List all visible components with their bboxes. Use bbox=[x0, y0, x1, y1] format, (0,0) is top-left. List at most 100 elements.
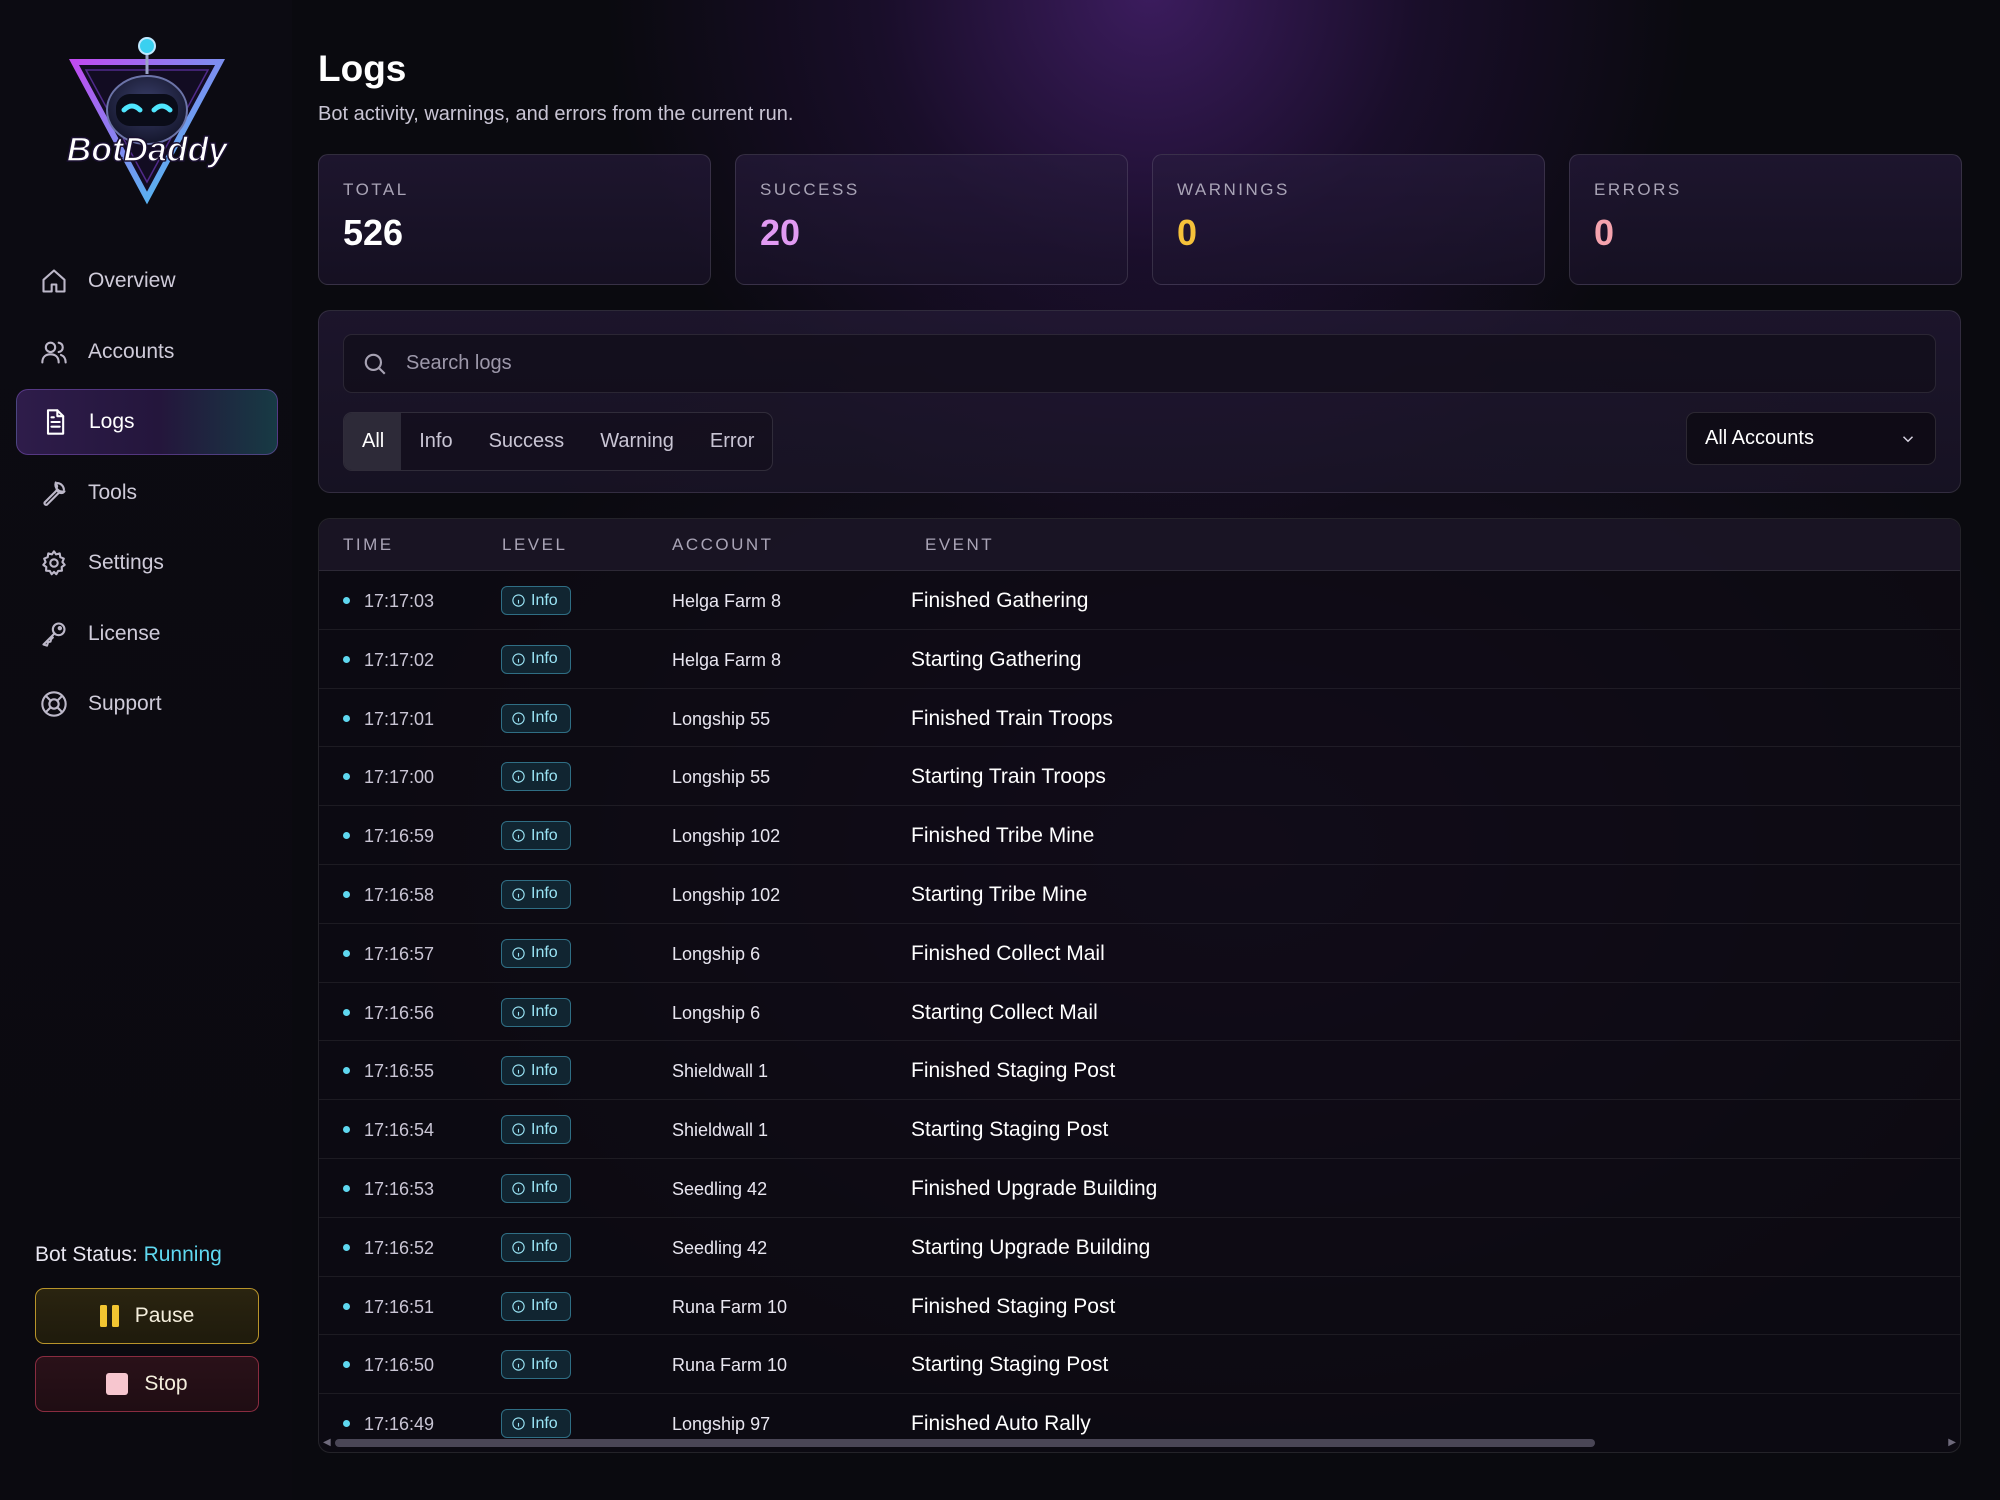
sidebar-item-overview[interactable]: Overview bbox=[16, 248, 278, 314]
gear-icon bbox=[42, 550, 66, 576]
log-account: Longship 55 bbox=[672, 767, 771, 788]
sidebar-item-accounts[interactable]: Accounts bbox=[16, 319, 278, 385]
info-icon bbox=[512, 711, 525, 725]
log-time: 17:17:01 bbox=[364, 708, 435, 729]
logs-table: TIME LEVEL ACCOUNT EVENT 17:17:03 Info Hel… bbox=[318, 518, 1961, 1453]
log-event: Starting Staging Post bbox=[911, 1353, 1109, 1377]
table-row[interactable]: 17:16:52 Info Seedling 42 Starting Upgrade … bbox=[319, 1218, 1960, 1277]
logo-text: BotDaddy bbox=[67, 131, 230, 169]
level-badge-label: Info bbox=[531, 709, 558, 727]
stat-label: WARNINGS bbox=[1177, 180, 1290, 199]
log-event: Starting Train Troops bbox=[911, 765, 1106, 789]
info-icon bbox=[512, 1358, 525, 1372]
table-header: TIME LEVEL ACCOUNT EVENT bbox=[319, 519, 1960, 571]
log-time: 17:16:49 bbox=[364, 1414, 435, 1435]
info-icon bbox=[512, 1123, 525, 1136]
level-badge: Info bbox=[501, 821, 571, 851]
column-header-level: LEVEL bbox=[502, 535, 568, 554]
stat-label: SUCCESS bbox=[760, 180, 860, 199]
log-time: 17:16:57 bbox=[364, 943, 435, 964]
status-dot bbox=[343, 597, 350, 604]
status-dot bbox=[343, 1184, 350, 1192]
search-box[interactable] bbox=[343, 334, 1936, 393]
page-title: Logs bbox=[318, 48, 407, 89]
sidebar-item-label: Tools bbox=[88, 480, 138, 504]
table-row[interactable]: 17:16:54 Info Shieldwall 1 Starting Staging… bbox=[319, 1100, 1960, 1159]
info-icon bbox=[512, 1417, 525, 1430]
level-badge: Info bbox=[501, 762, 571, 792]
sidebar-item-tools[interactable]: Tools bbox=[16, 460, 278, 526]
info-icon bbox=[512, 770, 525, 784]
log-account: Longship 102 bbox=[672, 826, 781, 847]
table-row[interactable]: 17:17:01 Info Longship 55 Finished Train Tr… bbox=[319, 689, 1960, 748]
stop-button[interactable]: Stop bbox=[35, 1356, 259, 1412]
log-event: Finished Train Troops bbox=[911, 706, 1113, 730]
table-row[interactable]: 17:16:59 Info Longship 102 Finished Tribe M… bbox=[319, 806, 1960, 865]
level-badge: Info bbox=[501, 1409, 571, 1439]
sidebar-item-license[interactable]: License bbox=[16, 601, 278, 667]
log-account: Helga Farm 8 bbox=[672, 649, 782, 670]
log-event: Finished Collect Mail bbox=[911, 941, 1105, 965]
search-input[interactable] bbox=[406, 352, 1806, 375]
stat-value: 526 bbox=[343, 212, 404, 253]
level-badge-label: Info bbox=[531, 1414, 558, 1432]
table-row[interactable]: 17:16:55 Info Shieldwall 1 Finished Staging… bbox=[319, 1041, 1960, 1101]
level-filter-error[interactable]: Error bbox=[692, 413, 772, 470]
status-dot bbox=[343, 1008, 350, 1016]
home-icon bbox=[42, 269, 66, 293]
status-dot bbox=[343, 714, 350, 722]
level-badge-label: Info bbox=[531, 1061, 558, 1079]
table-row[interactable]: 17:16:50 Info Runa Farm 10 Starting Staging… bbox=[319, 1335, 1960, 1395]
level-badge-label: Info bbox=[531, 826, 558, 844]
log-event: Finished Gathering bbox=[911, 589, 1089, 612]
sidebar-item-label: Accounts bbox=[88, 339, 175, 363]
sidebar-item-settings[interactable]: Settings bbox=[16, 530, 278, 596]
scroll-left-arrow-icon[interactable]: ◀ bbox=[323, 1437, 331, 1448]
table-row[interactable]: 17:16:53 Info Seedling 42 Finished Upgrade … bbox=[319, 1159, 1960, 1218]
scroll-right-arrow-icon[interactable]: ▶ bbox=[1948, 1437, 1956, 1448]
log-account: Helga Farm 8 bbox=[672, 591, 782, 611]
status-dot bbox=[343, 1067, 350, 1075]
table-row[interactable]: 17:16:57 Info Longship 6 Finished Collect M… bbox=[319, 924, 1960, 983]
info-icon bbox=[512, 888, 525, 901]
pause-button[interactable]: Pause bbox=[35, 1288, 259, 1344]
stat-label: TOTAL bbox=[343, 180, 409, 199]
log-account: Longship 6 bbox=[672, 1002, 761, 1023]
sidebar-item-support[interactable]: Support bbox=[16, 671, 278, 737]
pause-icon bbox=[99, 1305, 119, 1327]
bot-status-value: Running bbox=[143, 1243, 222, 1266]
table-row[interactable]: 17:16:58 Info Longship 102 Starting Tribe M… bbox=[319, 865, 1960, 924]
level-badge: Info bbox=[501, 586, 571, 615]
log-event: Starting Collect Mail bbox=[911, 1000, 1098, 1024]
table-row[interactable]: 17:16:56 Info Longship 6 Starting Collect M… bbox=[319, 983, 1960, 1042]
log-time: 17:16:51 bbox=[364, 1296, 435, 1317]
level-filter-warning[interactable]: Warning bbox=[582, 413, 692, 470]
table-row[interactable]: 17:17:03 Info Helga Farm 8 Finished Gatheri… bbox=[319, 571, 1960, 630]
app-logo[interactable]: BotDaddy bbox=[62, 30, 232, 205]
stop-button-label: Stop bbox=[144, 1372, 188, 1395]
table-row[interactable]: 17:17:02 Info Helga Farm 8 Starting Gatheri… bbox=[319, 630, 1960, 689]
level-badge: Info bbox=[501, 1232, 571, 1262]
stat-value: 0 bbox=[1177, 212, 1198, 253]
stat-value: 20 bbox=[760, 212, 801, 253]
level-badge-label: Info bbox=[531, 1355, 558, 1373]
account-select[interactable]: All Accounts bbox=[1686, 412, 1936, 465]
status-dot bbox=[343, 1420, 350, 1428]
status-dot bbox=[343, 773, 350, 781]
level-filter-info[interactable]: Info bbox=[401, 413, 470, 470]
log-time: 17:16:55 bbox=[364, 1061, 435, 1082]
table-row[interactable]: 17:17:00 Info Longship 55 Starting Train Tr… bbox=[319, 747, 1960, 807]
sidebar-item-logs[interactable]: Logs bbox=[16, 389, 278, 455]
status-dot bbox=[343, 1126, 350, 1134]
level-filter-all[interactable]: All bbox=[344, 413, 402, 470]
horizontal-scrollbar[interactable] bbox=[335, 1439, 1595, 1447]
level-filter: All Info Success Warning Error bbox=[343, 412, 774, 471]
table-row[interactable]: 17:16:51 Info Runa Farm 10 Finished Staging… bbox=[319, 1277, 1960, 1336]
sidebar-nav: Overview Accounts Logs Tools Settings Li… bbox=[16, 248, 278, 742]
status-dot bbox=[343, 890, 350, 898]
level-badge: Info bbox=[501, 938, 571, 968]
log-time: 17:17:02 bbox=[364, 649, 435, 670]
info-icon bbox=[512, 1241, 525, 1254]
status-dot bbox=[343, 832, 350, 840]
level-filter-success[interactable]: Success bbox=[471, 413, 583, 470]
